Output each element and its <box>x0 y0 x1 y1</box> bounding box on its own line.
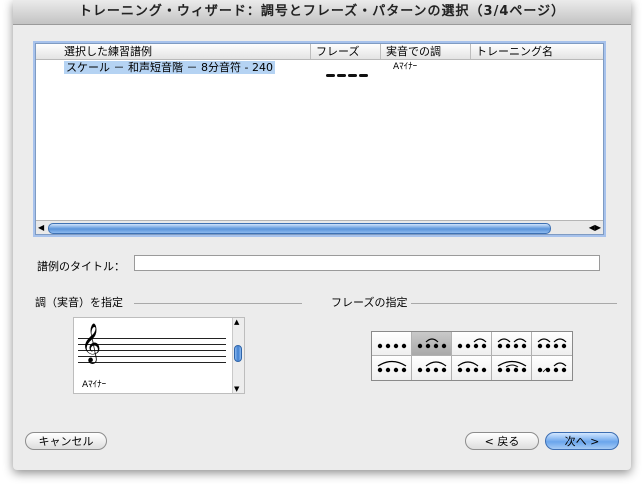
horizontal-scroll-thumb[interactable] <box>48 223 551 234</box>
column-header-training-name[interactable]: トレーニング名 <box>471 44 603 59</box>
phrase-pattern-option[interactable] <box>492 356 532 380</box>
treble-clef-icon: 𝄞 <box>81 323 102 363</box>
window-title: トレーニング・ウィザード：調号とフレーズ・パターンの選択（3/4ページ） <box>13 0 631 25</box>
wizard-window: トレーニング・ウィザード：調号とフレーズ・パターンの選択（3/4ページ） 選択し… <box>13 0 631 470</box>
phrase-pattern-icon <box>417 361 447 373</box>
phrase-pattern-grid <box>371 331 573 381</box>
key-scrollbar[interactable]: ▲ ▼ <box>232 318 244 393</box>
phrase-pattern-option[interactable] <box>492 332 532 356</box>
column-header-phrase[interactable]: フレーズ <box>311 44 381 59</box>
phrase-pattern-option[interactable] <box>372 356 412 380</box>
title-label: 譜例のタイトル： <box>37 260 125 273</box>
scroll-left-arrow-icon[interactable]: ◀ <box>38 221 44 234</box>
phrase-pattern-option[interactable] <box>452 356 492 380</box>
table-header: 選択した練習譜例 フレーズ 実音での調 トレーニング名 <box>36 44 603 60</box>
phrase-pattern-option[interactable] <box>532 332 572 356</box>
phrase-pattern-icon <box>537 338 567 349</box>
key-selector[interactable]: 𝄞 Aﾏｲﾅｰ ▲ ▼ <box>73 317 245 394</box>
phrase-pattern-icon <box>417 338 447 349</box>
phrase-section-divider <box>411 303 617 304</box>
next-button[interactable]: 次へ > <box>545 432 619 450</box>
phrase-pattern-icon <box>497 360 527 373</box>
phrase-pattern-option[interactable] <box>372 332 412 356</box>
key-scroll-thumb[interactable] <box>234 345 242 362</box>
phrase-pattern-option[interactable] <box>412 356 452 380</box>
phrase-pattern-icon <box>457 338 487 349</box>
key-section-label: 調（実音）を指定 <box>35 296 123 309</box>
examples-table[interactable]: 選択した練習譜例 フレーズ 実音での調 トレーニング名 スケール － 和声短音階… <box>35 43 604 235</box>
cancel-button[interactable]: キャンセル <box>25 432 107 450</box>
phrase-pattern-icon <box>326 66 370 81</box>
phrase-section-label: フレーズの指定 <box>331 296 408 309</box>
horizontal-scrollbar[interactable]: ◀ ◀▶ <box>36 220 603 234</box>
key-cell: Aﾏｲﾅｰ <box>393 62 418 72</box>
phrase-pattern-option[interactable] <box>452 332 492 356</box>
phrase-pattern-icon <box>457 361 487 373</box>
scroll-up-arrow-icon[interactable]: ▲ <box>234 318 239 326</box>
phrase-pattern-icon <box>377 360 407 373</box>
column-header-key[interactable]: 実音での調 <box>381 44 471 59</box>
key-section-divider <box>134 303 302 304</box>
phrase-pattern-option[interactable] <box>532 356 572 380</box>
phrase-pattern-icon <box>497 338 527 349</box>
title-input[interactable] <box>134 255 600 271</box>
selected-key-label: Aﾏｲﾅｰ <box>82 380 107 390</box>
phrase-pattern-icon <box>377 343 407 349</box>
scroll-down-arrow-icon[interactable]: ▼ <box>234 385 239 393</box>
example-cell: スケール － 和声短音階 － 8分音符 - 240 <box>64 61 275 74</box>
phrase-pattern-icon <box>537 362 567 373</box>
wizard-content: 選択した練習譜例 フレーズ 実音での調 トレーニング名 スケール － 和声短音階… <box>13 25 631 470</box>
phrase-pattern-option-selected[interactable] <box>412 332 452 356</box>
back-button[interactable]: < 戻る <box>465 432 539 450</box>
table-row[interactable]: スケール － 和声短音階 － 8分音符 - 240 Aﾏｲﾅｰ <box>36 60 603 77</box>
scroll-right-arrow-icon[interactable]: ◀▶ <box>589 221 601 234</box>
column-header-example[interactable]: 選択した練習譜例 <box>36 44 311 59</box>
